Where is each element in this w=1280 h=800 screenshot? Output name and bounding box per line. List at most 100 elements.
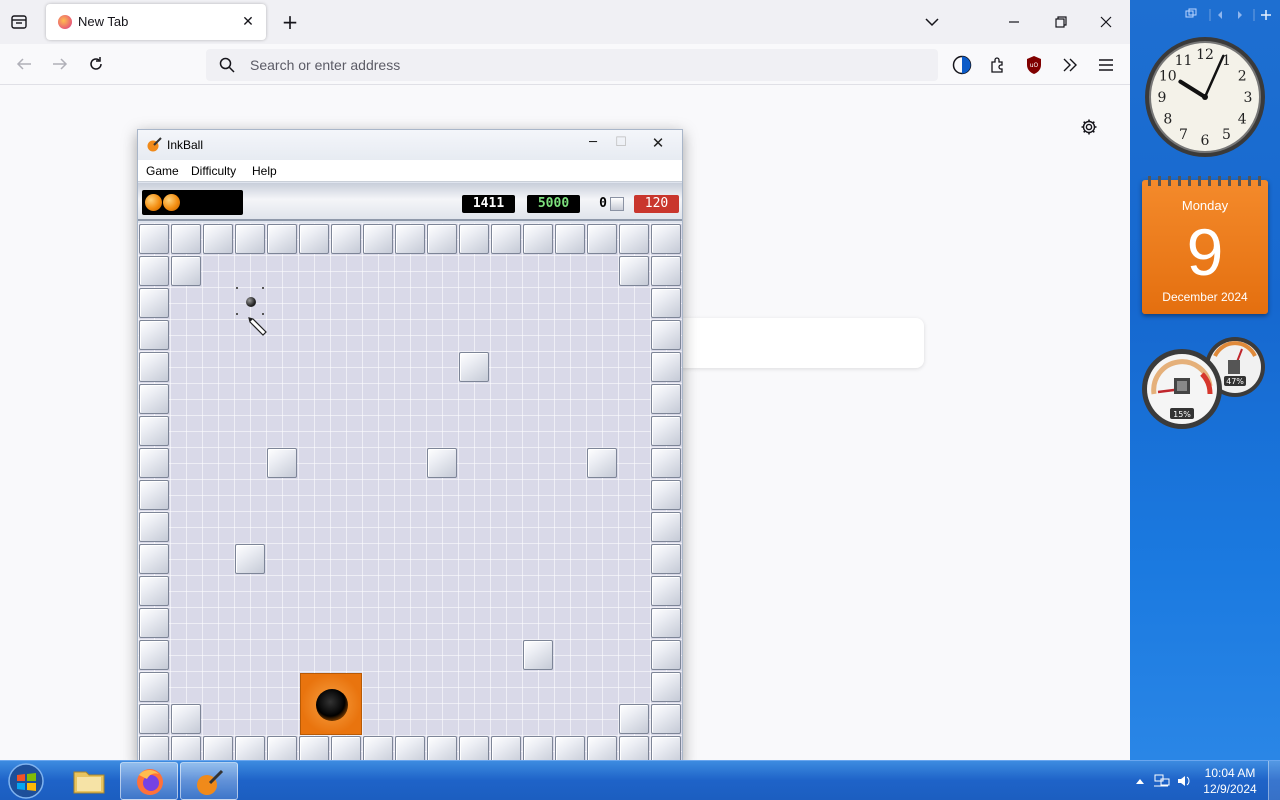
wall-block (139, 576, 169, 606)
add-gadget-icon[interactable] (1261, 10, 1271, 20)
clock-numeral: 11 (1175, 53, 1193, 69)
clock-numeral: 8 (1163, 112, 1172, 128)
wall-block (651, 544, 681, 574)
wall-block (139, 224, 169, 254)
taskbar-inkball-button[interactable] (180, 762, 238, 800)
previous-gadget-icon[interactable] (1218, 11, 1222, 19)
wall-block (651, 256, 681, 286)
sidebar-toolbar (1180, 6, 1280, 24)
wall-block (619, 256, 649, 286)
hamburger-menu-icon[interactable] (1095, 54, 1117, 76)
taskbar-time: 10:04 AM (1204, 766, 1256, 780)
grey-ball (246, 297, 256, 307)
network-icon[interactable] (1154, 774, 1170, 787)
inkball-title: InkBall (167, 138, 204, 152)
wall-block (587, 448, 617, 478)
clock-numeral: 9 (1158, 90, 1167, 106)
wall-block (267, 224, 297, 254)
taskbar-date: 12/9/2024 (1203, 782, 1257, 796)
ublock-origin-icon[interactable]: uO (1023, 54, 1045, 76)
wall-block (651, 384, 681, 414)
inkball-window: InkBall ─ ☐ ✕ Game Difficulty Help 1411 … (137, 129, 683, 767)
orange-goal-hole (300, 673, 362, 735)
more-tools-chevron-icon[interactable] (1059, 54, 1081, 76)
balls-lost-square-icon (610, 197, 624, 211)
chevron-down-icon[interactable] (922, 12, 942, 32)
clock-numeral: 5 (1222, 127, 1231, 143)
show-hidden-icons-icon[interactable] (1136, 779, 1144, 784)
tab-title: New Tab (78, 14, 129, 29)
close-window-icon[interactable] (1096, 12, 1116, 32)
wall-block (651, 640, 681, 670)
remaining-balls-tray (142, 190, 243, 215)
calendar-weekday: Monday (1181, 198, 1229, 213)
taskbar-clock[interactable]: 10:04 AM 12/9/2024 (1200, 765, 1260, 797)
wall-block (235, 224, 265, 254)
balls-lost-counter: 0 (599, 196, 607, 211)
wall-block (651, 704, 681, 734)
volume-icon[interactable] (1178, 776, 1190, 786)
wall-block (139, 512, 169, 542)
wall-block (427, 448, 457, 478)
wall-block (395, 224, 425, 254)
wall-block (555, 224, 585, 254)
close-tab-icon[interactable]: ✕ (238, 12, 258, 32)
wall-block (235, 544, 265, 574)
score-counter: 1411 (462, 195, 515, 213)
calendar-date-number: 9 (1186, 215, 1224, 289)
menu-help[interactable]: Help (252, 164, 277, 178)
privacy-badge-icon[interactable] (951, 54, 973, 76)
firefox-icon (137, 769, 163, 795)
list-all-tabs-icon[interactable] (8, 12, 30, 32)
wall-block (651, 448, 681, 478)
wall-block (203, 224, 233, 254)
back-icon[interactable] (14, 54, 34, 74)
wall-block (171, 256, 201, 286)
clock-numeral: 6 (1201, 133, 1210, 149)
orange-ball-icon (145, 194, 162, 211)
restore-icon[interactable] (1051, 12, 1071, 32)
taskbar-explorer-button[interactable] (60, 762, 118, 800)
wall-block (651, 288, 681, 318)
calendar-month-year: December 2024 (1162, 290, 1248, 304)
game-board[interactable] (138, 223, 682, 767)
clock-numeral: 10 (1159, 69, 1177, 85)
menu-difficulty[interactable]: Difficulty (191, 164, 236, 178)
analog-clock-gadget[interactable]: 1234567891011 12 (1141, 34, 1269, 160)
forward-icon[interactable] (50, 54, 70, 74)
taskbar-firefox-button[interactable] (120, 762, 178, 800)
timer-counter: 120 (634, 195, 679, 213)
reload-icon[interactable] (86, 54, 106, 74)
minimize-icon[interactable] (1004, 12, 1024, 32)
inkball-taskbar-icon (197, 769, 224, 795)
address-bar[interactable]: Search or enter address (206, 49, 938, 81)
inkball-menu-bar: Game Difficulty Help (138, 160, 682, 182)
wall-block (651, 320, 681, 350)
start-orb-icon[interactable] (6, 761, 46, 800)
wall-block (523, 224, 553, 254)
clock-numeral: 7 (1179, 127, 1188, 143)
wall-block (139, 480, 169, 510)
menu-game[interactable]: Game (146, 164, 179, 178)
inkball-minimize-button[interactable]: ─ (578, 132, 608, 154)
memory-percent: 47% (1226, 377, 1244, 386)
wall-block (139, 352, 169, 382)
wall-block (651, 416, 681, 446)
extensions-puzzle-icon[interactable] (987, 54, 1009, 76)
clock-numeral: 12 (1196, 47, 1214, 63)
inkball-maximize-button: ☐ (615, 135, 627, 150)
settings-gear-icon[interactable] (1078, 116, 1100, 138)
gadget-gallery-icon[interactable] (1185, 8, 1197, 18)
inkball-title-bar[interactable]: InkBall ─ ☐ ✕ (138, 130, 682, 160)
taskbar: 10:04 AM 12/9/2024 (0, 760, 1280, 800)
calendar-gadget[interactable]: Monday 9 December 2024 (1142, 176, 1268, 314)
new-tab-search-card[interactable] (676, 318, 924, 368)
new-tab-icon[interactable]: + (280, 10, 300, 34)
inkball-close-button[interactable]: ✕ (643, 132, 673, 154)
cpu-meter-gadget[interactable]: 47% 15% (1140, 334, 1270, 434)
tab-new-tab[interactable]: New Tab ✕ (46, 4, 266, 40)
wall-block (139, 448, 169, 478)
show-desktop-button[interactable] (1268, 761, 1280, 800)
wall-block (139, 288, 169, 318)
next-gadget-icon[interactable] (1238, 11, 1242, 19)
